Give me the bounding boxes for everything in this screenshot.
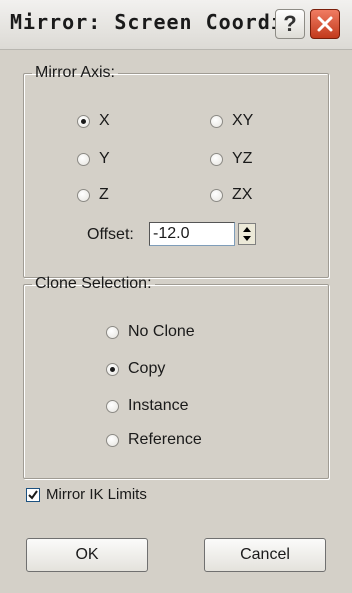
radio-copy[interactable]: Copy bbox=[106, 360, 165, 378]
radio-button-icon[interactable] bbox=[106, 325, 119, 339]
radio-reference[interactable]: Reference bbox=[106, 431, 202, 449]
offset-spinner[interactable] bbox=[238, 223, 256, 245]
radio-button-icon[interactable] bbox=[106, 362, 119, 376]
radio-axis-xy[interactable]: XY bbox=[210, 112, 253, 130]
ok-button[interactable]: OK bbox=[26, 538, 148, 572]
radio-label: Copy bbox=[128, 360, 166, 377]
checkmark-icon bbox=[28, 489, 38, 500]
spinner-up-icon[interactable] bbox=[243, 227, 251, 232]
mirror-ik-limits-label: Mirror IK Limits bbox=[46, 486, 147, 503]
radio-label: Y bbox=[99, 150, 110, 167]
radio-button-icon[interactable] bbox=[77, 114, 90, 128]
mirror-ik-limits-checkbox[interactable] bbox=[26, 487, 40, 502]
offset-input[interactable] bbox=[149, 222, 235, 246]
radio-label: Z bbox=[99, 186, 109, 203]
mirror-axis-legend: Mirror Axis: bbox=[35, 64, 115, 81]
radio-label: Instance bbox=[128, 397, 189, 414]
radio-button-icon[interactable] bbox=[106, 399, 119, 413]
radio-label: X bbox=[99, 112, 110, 129]
radio-label: YZ bbox=[232, 150, 253, 167]
close-icon bbox=[317, 16, 333, 32]
radio-button-icon[interactable] bbox=[210, 114, 223, 128]
mirror-dialog: Mirror: Screen Coordi... ? Mirror Axis: … bbox=[0, 0, 352, 593]
radio-axis-y[interactable]: Y bbox=[77, 150, 110, 168]
help-button[interactable]: ? bbox=[275, 9, 305, 39]
close-button[interactable] bbox=[310, 9, 340, 39]
radio-button-icon[interactable] bbox=[77, 188, 90, 202]
title-bar[interactable]: Mirror: Screen Coordi... ? bbox=[0, 0, 352, 50]
radio-button-icon[interactable] bbox=[210, 188, 223, 202]
radio-button-icon[interactable] bbox=[106, 433, 119, 447]
radio-axis-x[interactable]: X bbox=[77, 112, 110, 130]
clone-selection-legend: Clone Selection: bbox=[35, 275, 152, 292]
radio-label: ZX bbox=[232, 186, 253, 203]
offset-label: Offset: bbox=[87, 226, 134, 243]
radio-button-icon[interactable] bbox=[210, 152, 223, 166]
spinner-down-icon[interactable] bbox=[243, 236, 251, 241]
radio-button-icon[interactable] bbox=[77, 152, 90, 166]
cancel-button[interactable]: Cancel bbox=[204, 538, 326, 572]
radio-label: XY bbox=[232, 112, 254, 129]
radio-axis-yz[interactable]: YZ bbox=[210, 150, 252, 168]
radio-label: Reference bbox=[128, 431, 202, 448]
mirror-ik-limits-row[interactable]: Mirror IK Limits bbox=[26, 486, 147, 503]
radio-instance[interactable]: Instance bbox=[106, 397, 188, 415]
radio-axis-zx[interactable]: ZX bbox=[210, 186, 252, 204]
radio-axis-z[interactable]: Z bbox=[77, 186, 109, 204]
radio-no-clone[interactable]: No Clone bbox=[106, 323, 195, 341]
radio-label: No Clone bbox=[128, 323, 195, 340]
